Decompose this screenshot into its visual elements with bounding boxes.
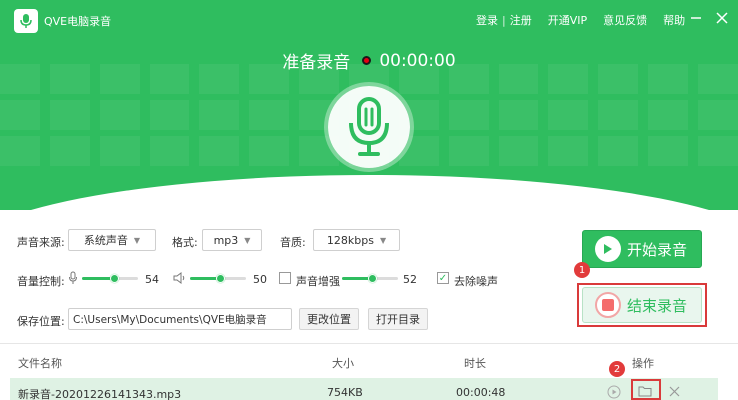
quality-select[interactable]: 128kbps ▼ bbox=[313, 229, 400, 251]
open-folder-button[interactable]: 打开目录 bbox=[368, 308, 428, 330]
col-header-size: 大小 bbox=[332, 357, 354, 370]
boost-label: 声音增强 bbox=[296, 275, 340, 288]
chevron-down-icon: ▼ bbox=[133, 235, 141, 245]
register-link[interactable]: 注册 bbox=[510, 12, 532, 28]
source-value: 系统声音 bbox=[83, 234, 128, 247]
chevron-down-icon: ▼ bbox=[379, 235, 387, 245]
app-logo-icon bbox=[14, 9, 38, 33]
boost-slider[interactable] bbox=[342, 274, 398, 283]
col-header-duration: 时长 bbox=[464, 357, 486, 370]
col-header-ops: 操作 bbox=[632, 357, 654, 370]
start-recording-button[interactable]: 开始录音 bbox=[582, 230, 702, 268]
record-dot-icon bbox=[362, 56, 372, 65]
link-separator: | bbox=[502, 13, 506, 27]
delete-icon[interactable] bbox=[669, 386, 680, 397]
chevron-down-icon: ▼ bbox=[244, 235, 251, 245]
close-button[interactable] bbox=[714, 10, 730, 26]
format-label: 格式: bbox=[172, 236, 198, 249]
speaker-volume-value: 50 bbox=[253, 273, 267, 286]
status-timer: 00:00:00 bbox=[379, 50, 456, 71]
app-title: QVE电脑录音 bbox=[44, 15, 112, 28]
title-bar: QVE电脑录音 登录 | 注册 开通VIP 意见反馈 帮助 bbox=[0, 0, 738, 40]
start-recording-label: 开始录音 bbox=[627, 240, 688, 259]
boost-value: 52 bbox=[403, 273, 417, 286]
denoise-checkbox[interactable]: ✓ bbox=[437, 272, 449, 284]
source-label: 声音来源: bbox=[17, 236, 65, 249]
play-file-icon[interactable] bbox=[607, 385, 621, 399]
help-link[interactable]: 帮助 bbox=[663, 12, 685, 28]
speaker-icon bbox=[173, 271, 187, 288]
stop-recording-label: 结束录音 bbox=[627, 296, 688, 315]
volume-label: 音量控制: bbox=[17, 275, 65, 288]
col-header-name: 文件名称 bbox=[18, 357, 62, 370]
play-icon bbox=[595, 236, 621, 262]
mic-volume-value: 54 bbox=[145, 273, 159, 286]
slider-handle[interactable] bbox=[368, 274, 377, 283]
denoise-label: 去除噪声 bbox=[454, 275, 498, 288]
change-location-button[interactable]: 更改位置 bbox=[299, 308, 359, 330]
boost-checkbox[interactable] bbox=[279, 272, 291, 284]
slider-handle[interactable] bbox=[110, 274, 119, 283]
mic-volume-slider[interactable] bbox=[82, 274, 138, 283]
stop-icon bbox=[595, 292, 621, 318]
header-wave bbox=[0, 175, 738, 210]
minimize-button[interactable] bbox=[688, 10, 704, 26]
stop-recording-button[interactable]: 结束录音 bbox=[582, 287, 702, 323]
step-marker-2: 2 bbox=[609, 361, 625, 377]
step-marker-1: 1 bbox=[574, 262, 590, 278]
folder-icon[interactable] bbox=[638, 385, 652, 397]
feedback-link[interactable]: 意见反馈 bbox=[603, 12, 647, 28]
file-size: 754KB bbox=[327, 386, 363, 399]
source-select[interactable]: 系统声音 ▼ bbox=[68, 229, 156, 251]
slider-handle[interactable] bbox=[216, 274, 225, 283]
login-link[interactable]: 登录 bbox=[476, 12, 498, 28]
microphone-icon bbox=[328, 86, 410, 168]
table-divider bbox=[0, 343, 738, 344]
file-duration: 00:00:48 bbox=[456, 386, 506, 399]
format-select[interactable]: mp3 ▼ bbox=[202, 229, 262, 251]
file-name: 新录音-20201226141343.mp3 bbox=[18, 388, 182, 400]
vip-link[interactable]: 开通VIP bbox=[548, 12, 587, 28]
top-links: 登录 | 注册 开通VIP 意见反馈 帮助 bbox=[476, 12, 685, 28]
status-text: 准备录音 bbox=[282, 53, 351, 73]
speaker-volume-slider[interactable] bbox=[190, 274, 246, 283]
mic-icon bbox=[68, 271, 78, 288]
save-location-label: 保存位置: bbox=[17, 315, 65, 328]
quality-value: 128kbps bbox=[326, 233, 374, 247]
quality-label: 音质: bbox=[280, 236, 306, 249]
save-path-input[interactable] bbox=[68, 308, 292, 330]
format-value: mp3 bbox=[213, 233, 239, 247]
recording-status: 准备录音 00:00:00 bbox=[0, 48, 738, 74]
